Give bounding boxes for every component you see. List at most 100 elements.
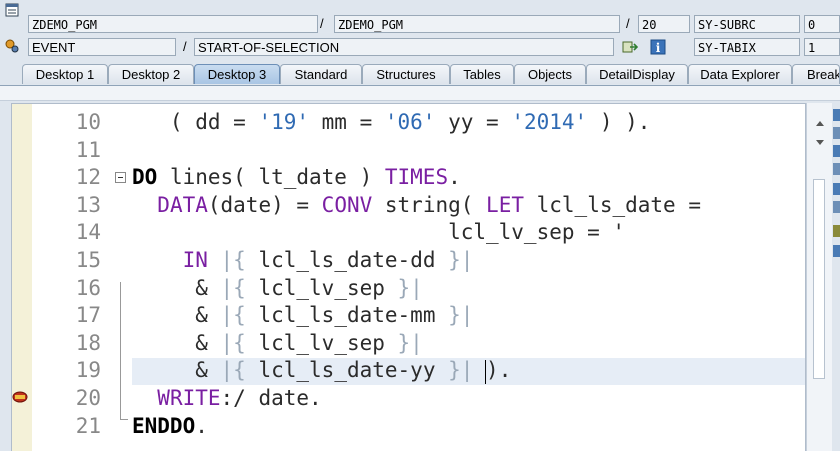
tool-button[interactable]	[833, 225, 840, 237]
code-text: & |{ lcl_lv_sep }|	[132, 330, 423, 358]
tab-standard[interactable]: Standard	[280, 64, 362, 84]
scroll-down-icon[interactable]	[815, 139, 825, 147]
code-line[interactable]: 11	[12, 137, 805, 165]
code-line[interactable]: 12 DO lines( lt_date ) TIMES.	[12, 164, 805, 192]
tab-structures[interactable]: Structures	[362, 64, 450, 84]
include-field[interactable]: ZDEMO_PGM	[334, 15, 620, 33]
code-token: lcl_ls_date-mm	[245, 303, 449, 328]
tool-button[interactable]	[833, 245, 840, 257]
program-field[interactable]: ZDEMO_PGM	[28, 15, 318, 33]
text-cursor	[485, 360, 486, 384]
code-token: '06'	[384, 110, 436, 134]
code-token: |{	[220, 303, 246, 328]
tab-objects[interactable]: Objects	[514, 64, 586, 84]
code-text: lcl_lv_sep = '	[132, 219, 625, 247]
line-number: 17	[75, 303, 101, 328]
code-token: WRITE	[157, 386, 221, 410]
code-token: TIMES	[384, 165, 449, 190]
source-code-editor[interactable]: 10 ( dd = '19' mm = '06' yy = '2014' ) )…	[11, 103, 806, 451]
line-number: 19	[75, 358, 101, 383]
code-token: }|	[397, 330, 423, 355]
tool-button[interactable]	[833, 145, 840, 157]
code-line[interactable]: 19 & |{ lcl_ls_date-yy }| ).	[12, 357, 805, 385]
tool-button[interactable]	[833, 163, 840, 175]
code-token: .	[448, 165, 461, 190]
tool-button[interactable]	[833, 109, 840, 121]
code-token: DO	[132, 165, 158, 190]
code-token: yy =	[435, 110, 512, 134]
fold-collapse-icon[interactable]	[115, 172, 126, 183]
code-token: &	[132, 358, 221, 383]
sysvar-name-field[interactable]: SY-SUBRC	[694, 15, 800, 33]
tab-break[interactable]: Break	[792, 64, 840, 84]
desktop-tabs: Desktop 1 Desktop 2 Desktop 3 Standard S…	[0, 62, 840, 86]
code-token: lcl_ls_date-dd	[245, 248, 449, 272]
code-line[interactable]: 17 & |{ lcl_ls_date-mm }|	[12, 302, 805, 330]
tool-button[interactable]	[833, 201, 840, 213]
code-line[interactable]: 15 IN |{ lcl_ls_date-dd }|	[12, 247, 805, 275]
code-token: |{	[220, 330, 246, 355]
code-line[interactable]: 18 & |{ lcl_lv_sep }|	[12, 330, 805, 358]
event-name-field[interactable]: START-OF-SELECTION	[194, 38, 614, 56]
line-number: 18	[75, 330, 101, 355]
code-token: .	[195, 413, 208, 438]
code-line[interactable]: 10 ( dd = '19' mm = '06' yy = '2014' ) )…	[12, 109, 805, 137]
sysvar-value-field-2[interactable]: 1	[804, 38, 840, 56]
scroll-thumb[interactable]	[813, 179, 825, 379]
tab-desktop-1[interactable]: Desktop 1	[22, 64, 108, 84]
code-token: string(	[372, 192, 487, 217]
line-number: 21	[75, 413, 101, 438]
editor-vertical-scrollbar[interactable]	[806, 103, 832, 451]
sysvar-name-field-2[interactable]: SY-TABIX	[694, 38, 800, 56]
code-token: ).	[473, 358, 512, 383]
code-token: '2014'	[511, 110, 588, 134]
code-token: lcl_lv_sep	[245, 330, 398, 355]
program-icon[interactable]	[4, 2, 20, 18]
code-line[interactable]: 20 WRITE:/ date.	[12, 385, 805, 413]
tool-button[interactable]	[833, 127, 840, 139]
line-number: 12	[75, 165, 101, 190]
code-token: lcl_ls_date-yy	[245, 358, 449, 383]
info-icon[interactable]: i	[650, 39, 666, 55]
code-line[interactable]: 14 lcl_lv_sep = '	[12, 219, 805, 247]
line-number: 15	[75, 248, 101, 272]
line-field[interactable]: 20	[638, 15, 690, 33]
code-token: LET	[486, 192, 524, 217]
code-text: ( dd = '19' mm = '06' yy = '2014' ) ).	[132, 109, 650, 137]
event-icon	[5, 39, 19, 53]
tab-desktop-2[interactable]: Desktop 2	[108, 64, 194, 84]
tool-button[interactable]	[833, 183, 840, 195]
code-text: ENDDO.	[132, 413, 208, 441]
scroll-up-icon[interactable]	[815, 119, 825, 127]
code-line[interactable]: 13 DATA(date) = CONV string( LET lcl_ls_…	[12, 192, 805, 220]
fold-guide-end	[120, 419, 128, 420]
sysvar-value-field[interactable]: 0	[804, 15, 840, 33]
code-line[interactable]: 16 & |{ lcl_lv_sep }|	[12, 275, 805, 303]
code-token: IN	[182, 248, 208, 272]
event-type-field[interactable]: EVENT	[28, 38, 176, 56]
code-token: ENDDO	[132, 413, 196, 438]
code-text: DO lines( lt_date ) TIMES.	[132, 164, 461, 192]
code-text: & |{ lcl_lv_sep }|	[132, 275, 423, 303]
code-token: &	[132, 275, 221, 300]
code-token: lcl_ls_date =	[523, 192, 701, 217]
line-number: 20	[75, 386, 101, 410]
separator: /	[183, 39, 187, 54]
tab-desktop-3[interactable]: Desktop 3	[194, 64, 280, 84]
line-number: 11	[75, 137, 101, 162]
line-number: 13	[75, 192, 101, 217]
tab-detaildisplay[interactable]: DetailDisplay	[586, 64, 688, 84]
tab-tables[interactable]: Tables	[450, 64, 514, 84]
tab-data-explorer[interactable]: Data Explorer	[688, 64, 792, 84]
code-token: }|	[448, 358, 474, 383]
code-token: |{	[220, 358, 246, 383]
code-token: &	[132, 303, 221, 328]
breakpoint-icon[interactable]	[12, 391, 28, 403]
line-number: 14	[75, 220, 101, 245]
code-token: }|	[397, 275, 423, 300]
code-line[interactable]: 21 ENDDO.	[12, 413, 805, 441]
navigate-icon[interactable]	[622, 39, 638, 55]
code-text: WRITE:/ date.	[132, 385, 321, 413]
